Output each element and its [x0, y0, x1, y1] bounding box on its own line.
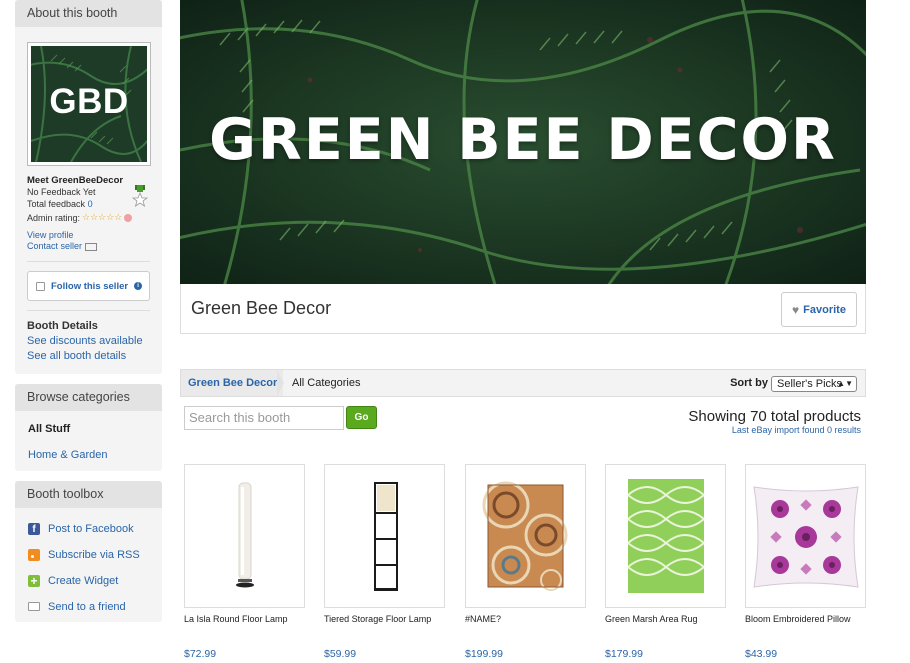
create-widget-label[interactable]: Create Widget [48, 575, 118, 587]
category-home-garden[interactable]: Home & Garden [28, 449, 149, 461]
floor-lamp-image [236, 482, 254, 588]
booth-title-bar: Green Bee Decor ♥ Favorite [180, 284, 866, 334]
breadcrumb-separator [277, 370, 284, 396]
send-to-friend-label[interactable]: Send to a friend [48, 601, 126, 613]
medallion-rug-image [482, 481, 568, 591]
plus-icon: + [28, 574, 40, 587]
rss-icon [28, 548, 40, 561]
breadcrumb: Green Bee Decor All Categories Sort by S… [180, 369, 866, 397]
green-rug-image [627, 479, 705, 593]
see-booth-details-link[interactable]: See all booth details [27, 350, 150, 362]
product-card[interactable]: La Isla Round Floor Lamp $72.99 [184, 464, 305, 660]
booth-title: Green Bee Decor [191, 298, 332, 318]
divider [27, 261, 150, 262]
create-widget[interactable]: + Create Widget [28, 574, 149, 587]
select-arrows-icon: ▲▼ [837, 379, 853, 388]
about-booth-heading: About this booth [15, 0, 162, 27]
facebook-icon: f [28, 522, 40, 535]
product-name[interactable]: Tiered Storage Floor Lamp [324, 614, 445, 626]
total-feedback-label: Total feedback [27, 199, 86, 209]
product-card[interactable]: Green Marsh Area Rug $179.99 [605, 464, 726, 660]
rating-info-icon [124, 213, 133, 222]
product-name[interactable]: Bloom Embroidered Pillow [745, 614, 866, 626]
logo-text: GBD [49, 82, 129, 121]
follow-checkbox[interactable] [36, 281, 45, 291]
feedback-block: No Feedback Yet Total feedback 0 [27, 185, 150, 210]
product-card[interactable]: #NAME? $199.99 [465, 464, 586, 660]
total-feedback-count[interactable]: 0 [88, 199, 93, 209]
booth-logo[interactable]: GBD [27, 42, 151, 166]
contact-seller-link[interactable]: Contact seller [27, 241, 82, 251]
product-card[interactable]: Tiered Storage Floor Lamp $59.99 [324, 464, 445, 660]
product-image[interactable] [324, 464, 445, 608]
search-go-button[interactable]: Go [346, 406, 377, 429]
admin-rating-stars: ☆☆☆☆☆ [82, 212, 123, 222]
divider [27, 310, 150, 311]
booth-toolbox-panel: Booth toolbox f Post to Facebook Subscri… [15, 481, 162, 622]
product-count: Showing 70 total products [688, 408, 861, 425]
post-to-facebook-label[interactable]: Post to Facebook [48, 523, 134, 535]
mail-icon [28, 602, 40, 611]
subscribe-rss[interactable]: Subscribe via RSS [28, 548, 149, 561]
banner-title: GREEN BEE DECOR [209, 107, 837, 173]
browse-categories-heading: Browse categories [15, 384, 162, 411]
product-image[interactable] [184, 464, 305, 608]
browse-categories-panel: Browse categories All Stuff Home & Garde… [15, 384, 162, 471]
booth-banner: GREEN BEE DECOR [180, 0, 866, 284]
admin-rating-label: Admin rating: [27, 212, 81, 223]
feedback-star-icon [132, 185, 148, 207]
send-to-friend[interactable]: Send to a friend [28, 600, 149, 613]
info-icon[interactable]: i [134, 282, 143, 290]
pillow-image [753, 486, 859, 588]
product-price: $43.99 [745, 648, 778, 660]
product-price: $199.99 [465, 648, 503, 660]
sidebar: About this booth GBD Meet GreenBeeDecor … [15, 0, 162, 632]
product-name[interactable]: La Isla Round Floor Lamp [184, 614, 305, 626]
booth-details-heading: Booth Details [27, 320, 98, 332]
breadcrumb-current: All Categories [292, 377, 361, 389]
product-name[interactable]: Green Marsh Area Rug [605, 614, 726, 626]
sort-selected-value: Seller's Picks [777, 378, 843, 390]
product-image[interactable] [465, 464, 586, 608]
product-price: $72.99 [184, 648, 217, 660]
import-note-link[interactable]: Last eBay import found 0 results [732, 425, 861, 435]
storage-lamp-image [374, 482, 398, 591]
heart-icon: ♥ [792, 302, 800, 317]
follow-seller-label: Follow this seller [51, 280, 129, 292]
sort-label: Sort by [730, 377, 768, 389]
search-input[interactable]: Search this booth [184, 406, 344, 430]
product-name[interactable]: #NAME? [465, 614, 586, 626]
category-all-stuff[interactable]: All Stuff [28, 423, 149, 435]
product-card[interactable]: Bloom Embroidered Pillow $43.99 [745, 464, 866, 660]
see-discounts-link[interactable]: See discounts available [27, 335, 150, 347]
view-profile-link[interactable]: View profile [27, 230, 73, 240]
breadcrumb-booth-link[interactable]: Green Bee Decor [181, 370, 284, 396]
product-price: $59.99 [324, 648, 357, 660]
product-image[interactable] [605, 464, 726, 608]
mail-icon[interactable] [85, 242, 98, 251]
post-to-facebook[interactable]: f Post to Facebook [28, 522, 149, 535]
subscribe-rss-label[interactable]: Subscribe via RSS [48, 549, 140, 561]
favorite-label: Favorite [803, 303, 846, 316]
booth-toolbox-heading: Booth toolbox [15, 481, 162, 508]
follow-seller-button[interactable]: Follow this seller i [27, 271, 150, 301]
admin-rating: Admin rating: ☆☆☆☆☆ [27, 212, 150, 223]
product-price: $179.99 [605, 648, 643, 660]
sort-select[interactable]: Seller's Picks ▲▼ [771, 376, 857, 392]
product-image[interactable] [745, 464, 866, 608]
about-booth-panel: About this booth GBD Meet GreenBeeDecor … [15, 0, 162, 374]
favorite-button[interactable]: ♥ Favorite [781, 292, 857, 327]
product-grid: La Isla Round Floor Lamp $72.99 Tiered S… [184, 464, 868, 663]
